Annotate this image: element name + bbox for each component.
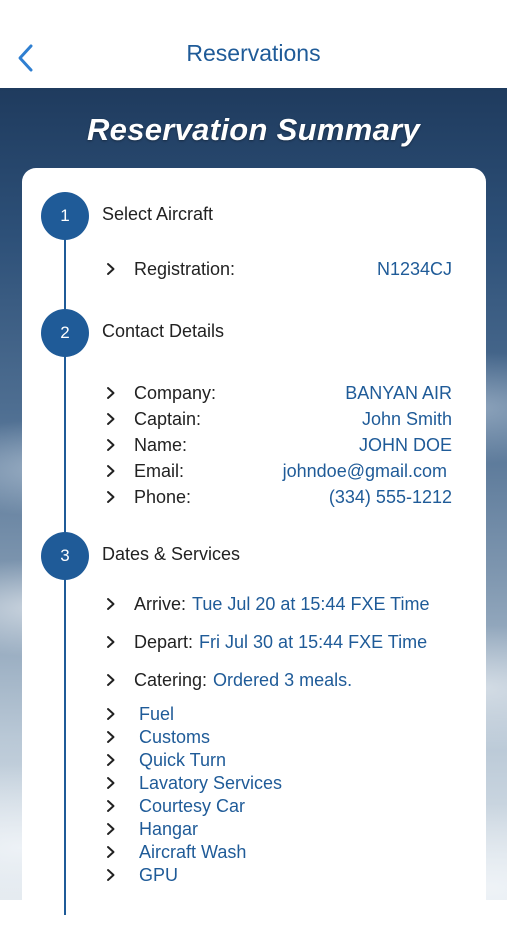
captain-label: Captain: — [134, 408, 202, 429]
phone-label: Phone: — [134, 486, 192, 507]
step-3-title: Dates & Services — [102, 544, 241, 564]
page-title: Reservations — [186, 40, 321, 66]
name-label: Name: — [134, 434, 188, 455]
service-item-gpu[interactable]: GPU — [106, 862, 452, 888]
chevron-right-icon — [106, 438, 134, 452]
summary-heading: Reservation Summary — [86, 112, 421, 147]
arrive-value: Tue Jul 20 at 15:44 FXE Time — [192, 593, 430, 614]
depart-row[interactable]: Depart: Fri Jul 30 at 15:44 FXE Time — [106, 629, 452, 655]
navigation-bar: Reservations — [0, 0, 507, 89]
step-2-badge: 2 — [41, 309, 89, 357]
registration-label: Registration: — [134, 258, 236, 279]
email-row[interactable]: Email: johndoe@gmail.com — [106, 458, 452, 484]
chevron-right-icon — [106, 490, 134, 504]
step-1-badge: 1 — [41, 192, 89, 240]
chevron-right-icon — [106, 799, 134, 813]
chevron-right-icon — [106, 730, 134, 744]
service-label: GPU — [139, 864, 179, 885]
step-2-title: Contact Details — [102, 321, 225, 341]
chevron-right-icon — [106, 464, 134, 478]
email-value: johndoe@gmail.com — [282, 460, 447, 481]
company-value: BANYAN AIR — [345, 382, 452, 403]
name-row[interactable]: Name: JOHN DOE — [106, 432, 452, 458]
arrive-row[interactable]: Arrive: Tue Jul 20 at 15:44 FXE Time — [106, 591, 452, 617]
chevron-right-icon — [106, 412, 134, 426]
phone-value: (334) 555-1212 — [328, 486, 452, 507]
phone-row[interactable]: Phone: (334) 555-1212 — [106, 484, 452, 510]
company-row[interactable]: Company: BANYAN AIR — [106, 380, 452, 406]
service-label: Courtesy Car — [139, 795, 246, 816]
chevron-right-icon — [106, 707, 134, 721]
chevron-right-icon — [106, 262, 134, 276]
email-label: Email: — [134, 460, 185, 481]
catering-value: Ordered 3 meals. — [213, 669, 353, 690]
service-label: Fuel — [139, 703, 175, 724]
step-1-title: Select Aircraft — [102, 204, 214, 224]
service-label: Lavatory Services — [139, 772, 283, 793]
chevron-right-icon — [106, 753, 134, 767]
chevron-right-icon — [106, 386, 134, 400]
captain-row[interactable]: Captain: John Smith — [106, 406, 452, 432]
depart-label: Depart: — [134, 631, 194, 652]
service-label: Aircraft Wash — [139, 841, 247, 862]
service-label: Customs — [139, 726, 211, 747]
arrive-label: Arrive: — [134, 593, 187, 614]
chevron-right-icon — [106, 776, 134, 790]
company-label: Company: — [134, 382, 217, 403]
registration-value: N1234CJ — [376, 258, 452, 279]
chevron-right-icon — [106, 822, 134, 836]
chevron-right-icon — [106, 868, 134, 882]
step-3-badge: 3 — [41, 532, 89, 580]
chevron-right-icon — [106, 635, 134, 649]
chevron-right-icon — [106, 673, 134, 687]
registration-row[interactable]: Registration: N1234CJ — [106, 256, 452, 282]
catering-label: Catering: — [134, 669, 208, 690]
service-label: Hangar — [139, 818, 199, 839]
name-value: JOHN DOE — [358, 434, 452, 455]
service-label: Quick Turn — [139, 749, 227, 770]
captain-value: John Smith — [361, 408, 452, 429]
depart-value: Fri Jul 30 at 15:44 FXE Time — [199, 631, 428, 652]
catering-row[interactable]: Catering: Ordered 3 meals. — [106, 667, 452, 693]
chevron-right-icon — [106, 597, 134, 611]
chevron-right-icon — [106, 845, 134, 859]
